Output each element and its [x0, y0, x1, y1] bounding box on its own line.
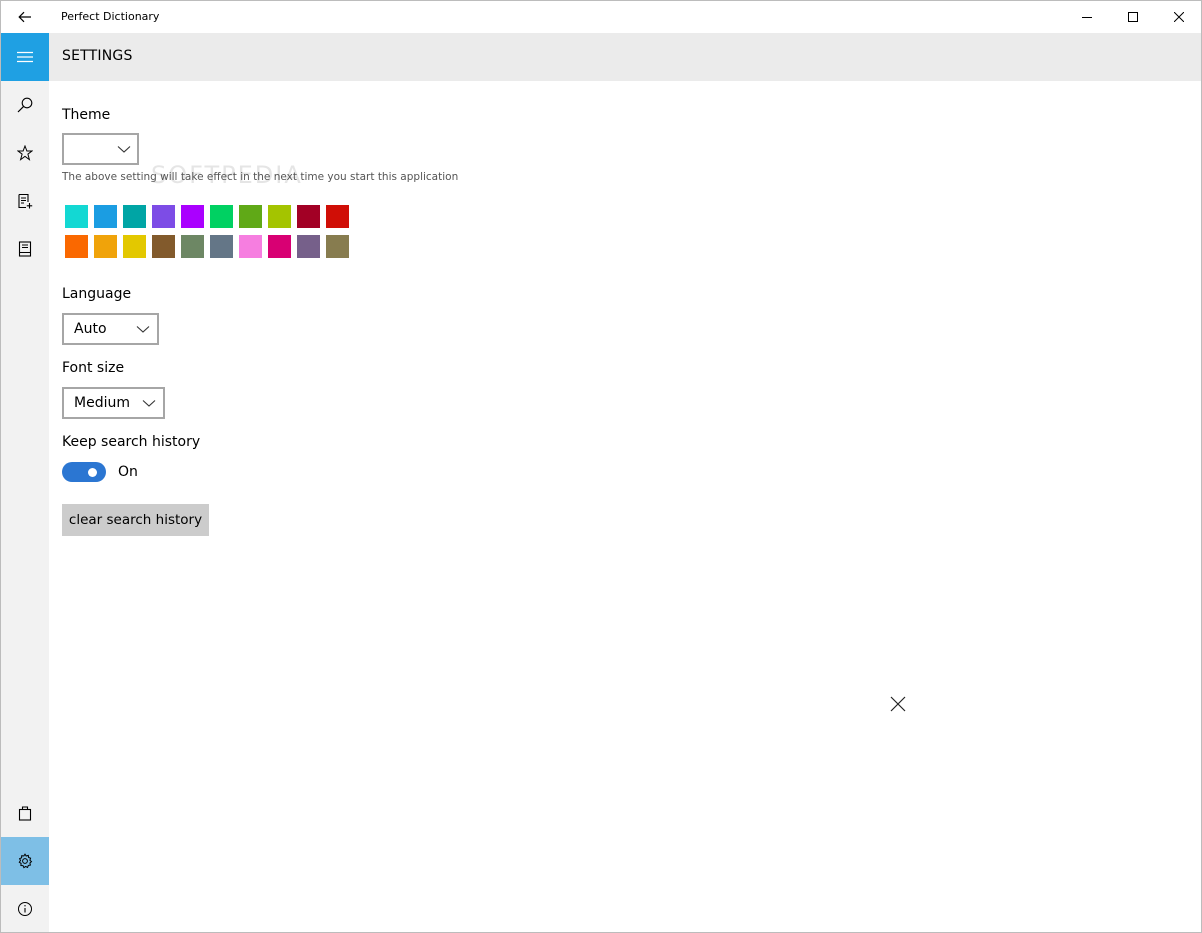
hamburger-icon — [17, 51, 33, 63]
app-window: Perfect Dictionary SETTINGS SOFTPEDIA Th… — [0, 0, 1202, 933]
accent-color-swatch[interactable] — [297, 235, 320, 258]
minimize-button[interactable] — [1064, 1, 1110, 33]
accent-color-swatch[interactable] — [239, 235, 262, 258]
accent-color-swatch[interactable] — [65, 205, 88, 228]
info-icon — [18, 902, 32, 916]
chevron-down-icon — [142, 400, 156, 407]
accent-color-swatch[interactable] — [65, 235, 88, 258]
accent-color-swatch[interactable] — [123, 205, 146, 228]
maximize-icon — [1128, 12, 1138, 22]
accent-color-swatch[interactable] — [239, 205, 262, 228]
search-history-toggle[interactable] — [62, 462, 106, 482]
store-bag-icon — [18, 806, 32, 821]
close-icon[interactable] — [888, 694, 908, 714]
nav-add-word[interactable] — [1, 177, 49, 225]
title-bar: Perfect Dictionary — [1, 1, 1201, 33]
theme-label: Theme — [62, 107, 111, 123]
accent-color-swatch[interactable] — [326, 235, 349, 258]
accent-color-swatch[interactable] — [123, 235, 146, 258]
theme-note: The above setting will take effect in th… — [62, 171, 459, 183]
language-label: Language — [62, 286, 132, 302]
accent-color-swatch[interactable] — [94, 235, 117, 258]
nav-search[interactable] — [1, 81, 49, 129]
language-combobox[interactable]: Auto — [62, 313, 159, 345]
accent-color-swatch[interactable] — [297, 205, 320, 228]
font-size-label: Font size — [62, 360, 125, 376]
accent-color-swatch[interactable] — [210, 205, 233, 228]
maximize-button[interactable] — [1110, 1, 1156, 33]
theme-combobox[interactable] — [62, 133, 139, 165]
back-button[interactable] — [1, 1, 49, 33]
toggle-knob — [88, 468, 97, 477]
close-icon — [1174, 12, 1184, 22]
accent-color-swatch[interactable] — [181, 205, 204, 228]
toggle-state-label: On — [118, 464, 138, 480]
nav-favorites[interactable] — [1, 129, 49, 177]
minimize-icon — [1082, 17, 1092, 18]
chevron-down-icon — [117, 146, 131, 153]
nav-store[interactable] — [1, 789, 49, 837]
book-icon — [18, 241, 32, 257]
accent-color-swatch[interactable] — [326, 205, 349, 228]
clear-search-history-button[interactable]: clear search history — [62, 504, 209, 536]
search-icon — [17, 97, 33, 113]
page-header: SETTINGS — [49, 33, 1201, 81]
page-title: SETTINGS — [62, 48, 133, 64]
chevron-down-icon — [136, 326, 150, 333]
accent-color-swatch[interactable] — [210, 235, 233, 258]
accent-color-swatch[interactable] — [181, 235, 204, 258]
accent-color-swatch[interactable] — [268, 205, 291, 228]
hamburger-menu-button[interactable] — [1, 33, 49, 81]
search-history-label: Keep search history — [62, 434, 201, 450]
back-arrow-icon — [18, 11, 31, 23]
nav-settings[interactable] — [1, 837, 49, 885]
accent-color-swatch[interactable] — [152, 205, 175, 228]
accent-color-swatch[interactable] — [94, 205, 117, 228]
add-book-icon — [18, 193, 33, 209]
accent-color-swatch[interactable] — [152, 235, 175, 258]
font-size-selected-value: Medium — [74, 395, 130, 411]
close-window-button[interactable] — [1156, 1, 1202, 33]
language-selected-value: Auto — [74, 321, 107, 337]
gear-icon — [18, 853, 33, 869]
nav-about[interactable] — [1, 885, 49, 933]
star-icon — [17, 145, 33, 161]
navigation-sidebar — [1, 33, 49, 932]
nav-dictionary[interactable] — [1, 225, 49, 273]
font-size-combobox[interactable]: Medium — [62, 387, 165, 419]
app-title: Perfect Dictionary — [61, 10, 160, 23]
accent-color-swatch[interactable] — [268, 235, 291, 258]
